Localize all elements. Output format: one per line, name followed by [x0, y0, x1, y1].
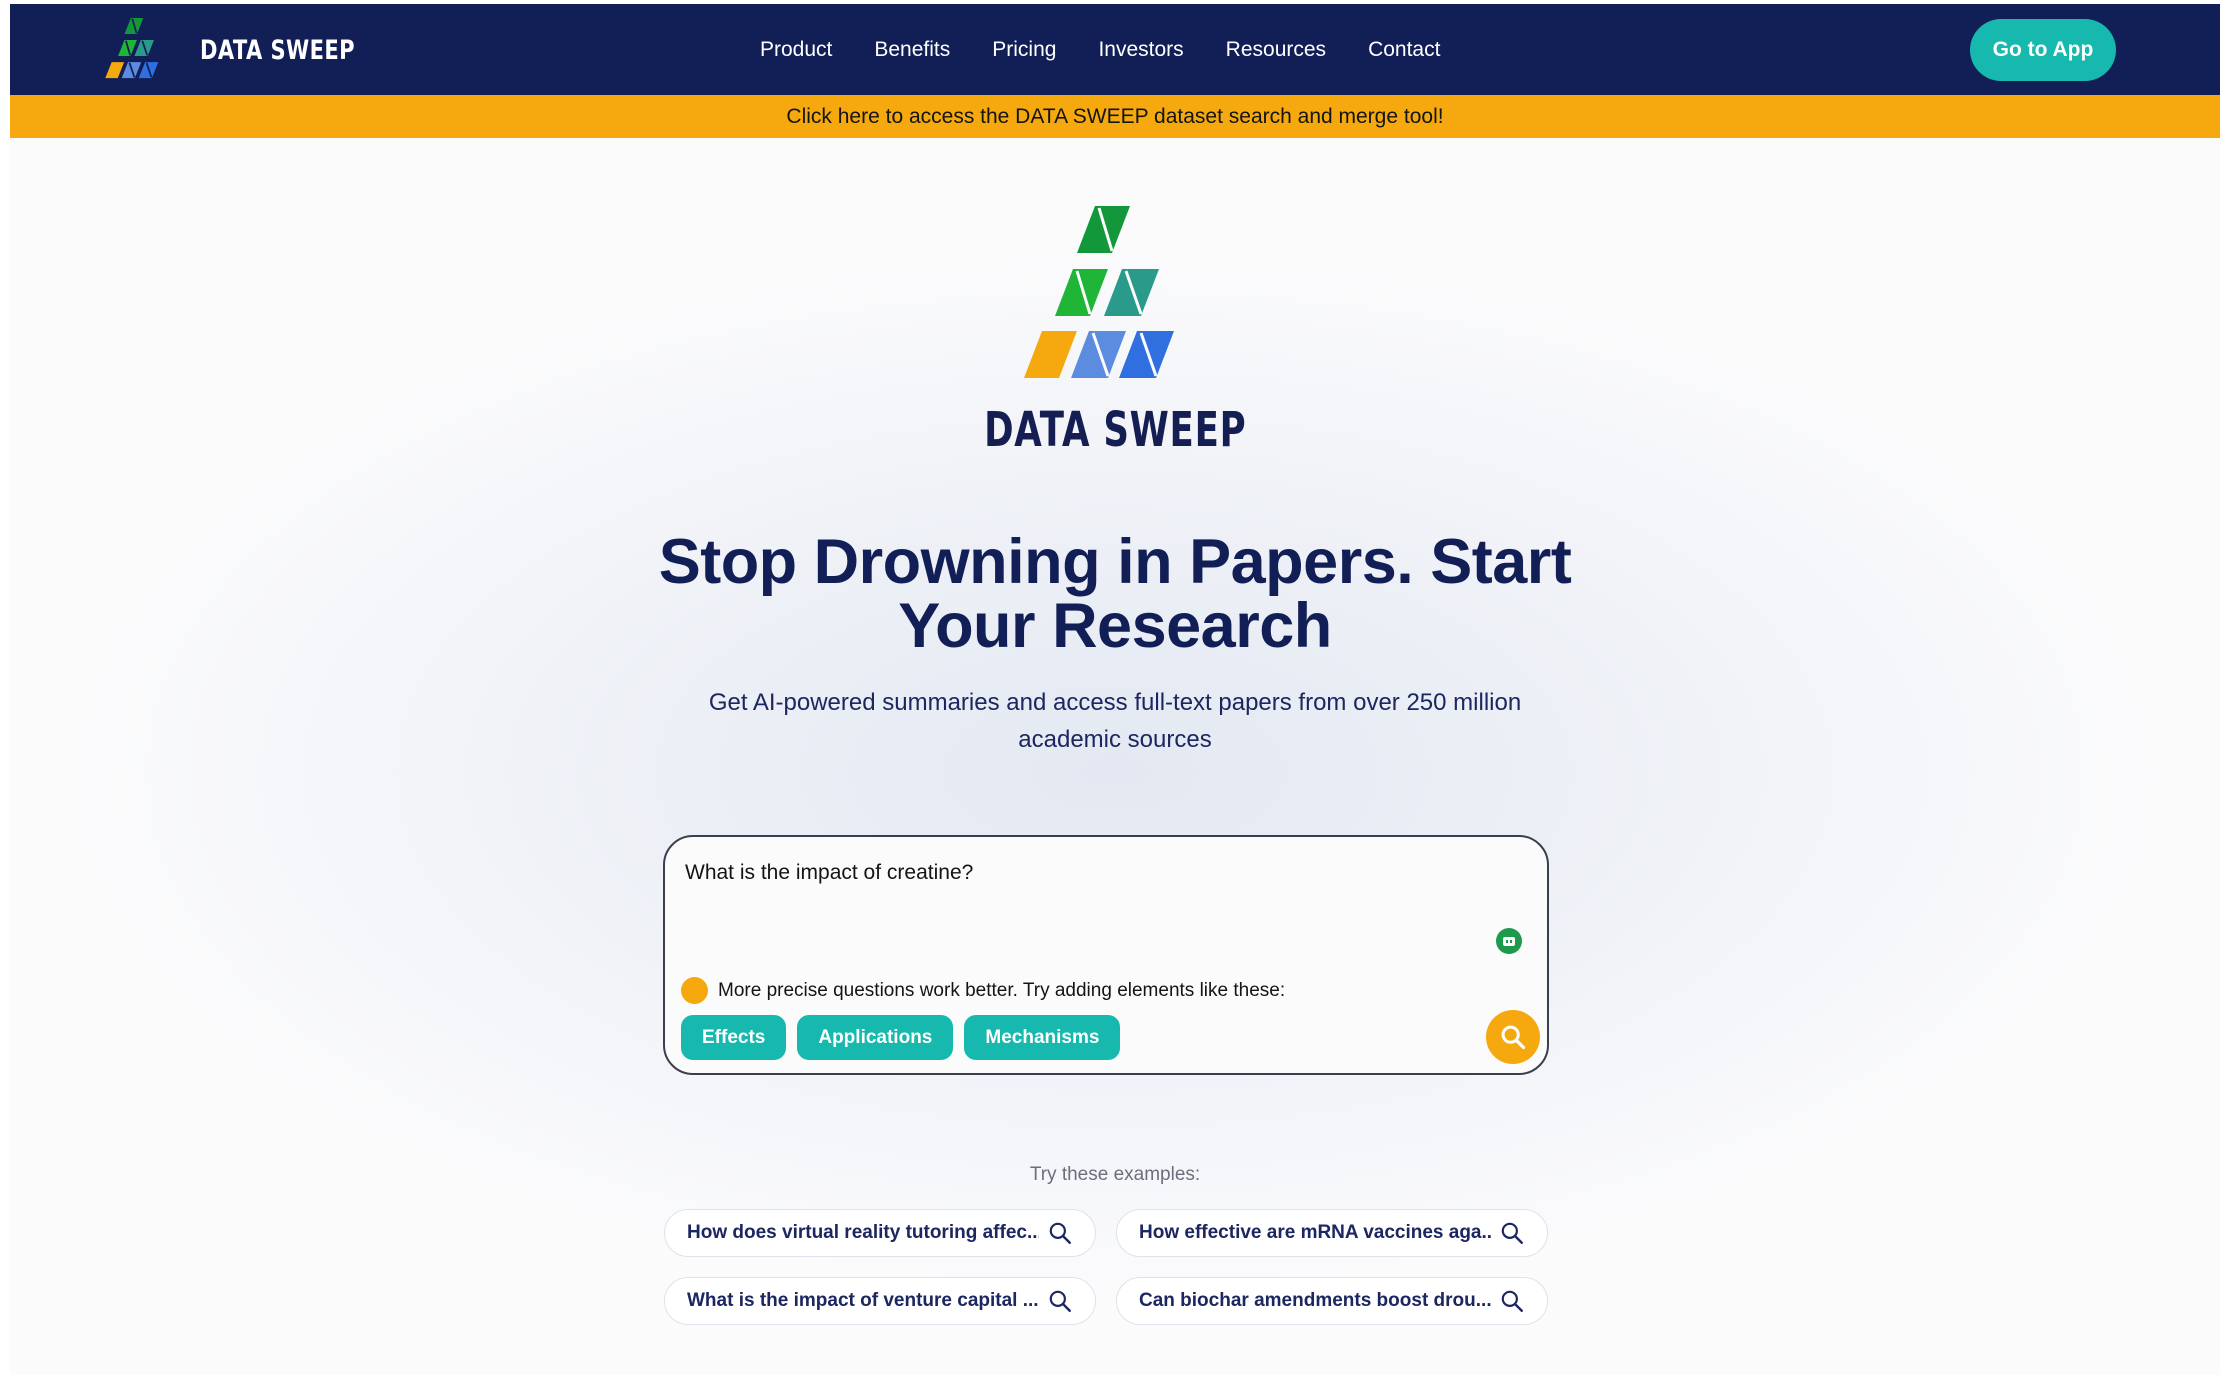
search-icon — [1049, 1222, 1071, 1244]
search-query-input[interactable] — [685, 855, 1465, 891]
chip-applications[interactable]: Applications — [797, 1015, 954, 1060]
example-query-text: How effective are mRNA vaccines aga... — [1139, 1222, 1491, 1243]
data-sweep-logo-icon — [105, 18, 159, 79]
example-query-text: What is the impact of venture capital ..… — [687, 1290, 1039, 1311]
go-to-app-button[interactable]: Go to App — [1970, 19, 2116, 81]
headline-line-2: Your Research — [898, 591, 1332, 661]
example-query-2[interactable]: How effective are mRNA vaccines aga... — [1116, 1209, 1548, 1257]
announcement-banner-link[interactable]: Click here to access the DATA SWEEP data… — [10, 95, 2220, 138]
search-hint-text: More precise questions work better. Try … — [718, 979, 1286, 1001]
search-hint: More precise questions work better. Try … — [681, 977, 1285, 1004]
page: DATA SWEEP Product Benefits Pricing Inve… — [10, 4, 2220, 1375]
example-query-4[interactable]: Can biochar amendments boost drou... — [1116, 1277, 1548, 1325]
subhead-line-1: Get AI-powered summaries and access full… — [708, 689, 1522, 716]
example-query-3[interactable]: What is the impact of venture capital ..… — [664, 1277, 1096, 1325]
example-query-text: Can biochar amendments boost drou... — [1139, 1290, 1491, 1311]
search-submit-button[interactable] — [1486, 1010, 1540, 1064]
page-subheading: Get AI-powered summaries and access full… — [665, 684, 1565, 758]
nav-links: Product Benefits Pricing Investors Resou… — [760, 4, 1440, 95]
hero-brand-wordmark: DATA SWEEP — [815, 402, 1415, 458]
example-query-text: How does virtual reality tutoring affec.… — [687, 1222, 1039, 1243]
suggestion-chips: Effects Applications Mechanisms — [681, 1015, 1121, 1060]
search-icon — [1501, 1025, 1526, 1050]
headline-line-1: Stop Drowning in Papers. Start — [658, 527, 1572, 597]
nav-link-pricing[interactable]: Pricing — [992, 38, 1056, 62]
data-sweep-hero-logo-icon — [1024, 206, 1174, 378]
search-icon — [1049, 1290, 1071, 1312]
top-navbar: DATA SWEEP Product Benefits Pricing Inve… — [10, 4, 2220, 95]
brand-home-link[interactable]: DATA SWEEP — [102, 18, 399, 82]
search-icon — [1501, 1222, 1523, 1244]
search-icon — [1501, 1290, 1523, 1312]
brand-name: DATA SWEEP — [200, 34, 356, 66]
nav-link-investors[interactable]: Investors — [1098, 38, 1183, 62]
nav-link-resources[interactable]: Resources — [1226, 38, 1326, 62]
lightbulb-dot-icon — [681, 977, 708, 1004]
subhead-line-2: academic sources — [1018, 726, 1212, 753]
chip-effects[interactable]: Effects — [681, 1015, 787, 1060]
chip-mechanisms[interactable]: Mechanisms — [964, 1015, 1121, 1060]
hero-brand-text: DATA SWEEP — [983, 402, 1247, 458]
nav-link-contact[interactable]: Contact — [1368, 38, 1440, 62]
example-query-1[interactable]: How does virtual reality tutoring affec.… — [664, 1209, 1096, 1257]
nav-link-product[interactable]: Product — [760, 38, 832, 62]
examples-label: Try these examples: — [1029, 1164, 1201, 1185]
page-headline: Stop Drowning in Papers. Start Your Rese… — [565, 530, 1665, 658]
robot-icon[interactable] — [1496, 928, 1522, 954]
search-card: More precise questions work better. Try … — [663, 835, 1549, 1075]
nav-link-benefits[interactable]: Benefits — [874, 38, 950, 62]
